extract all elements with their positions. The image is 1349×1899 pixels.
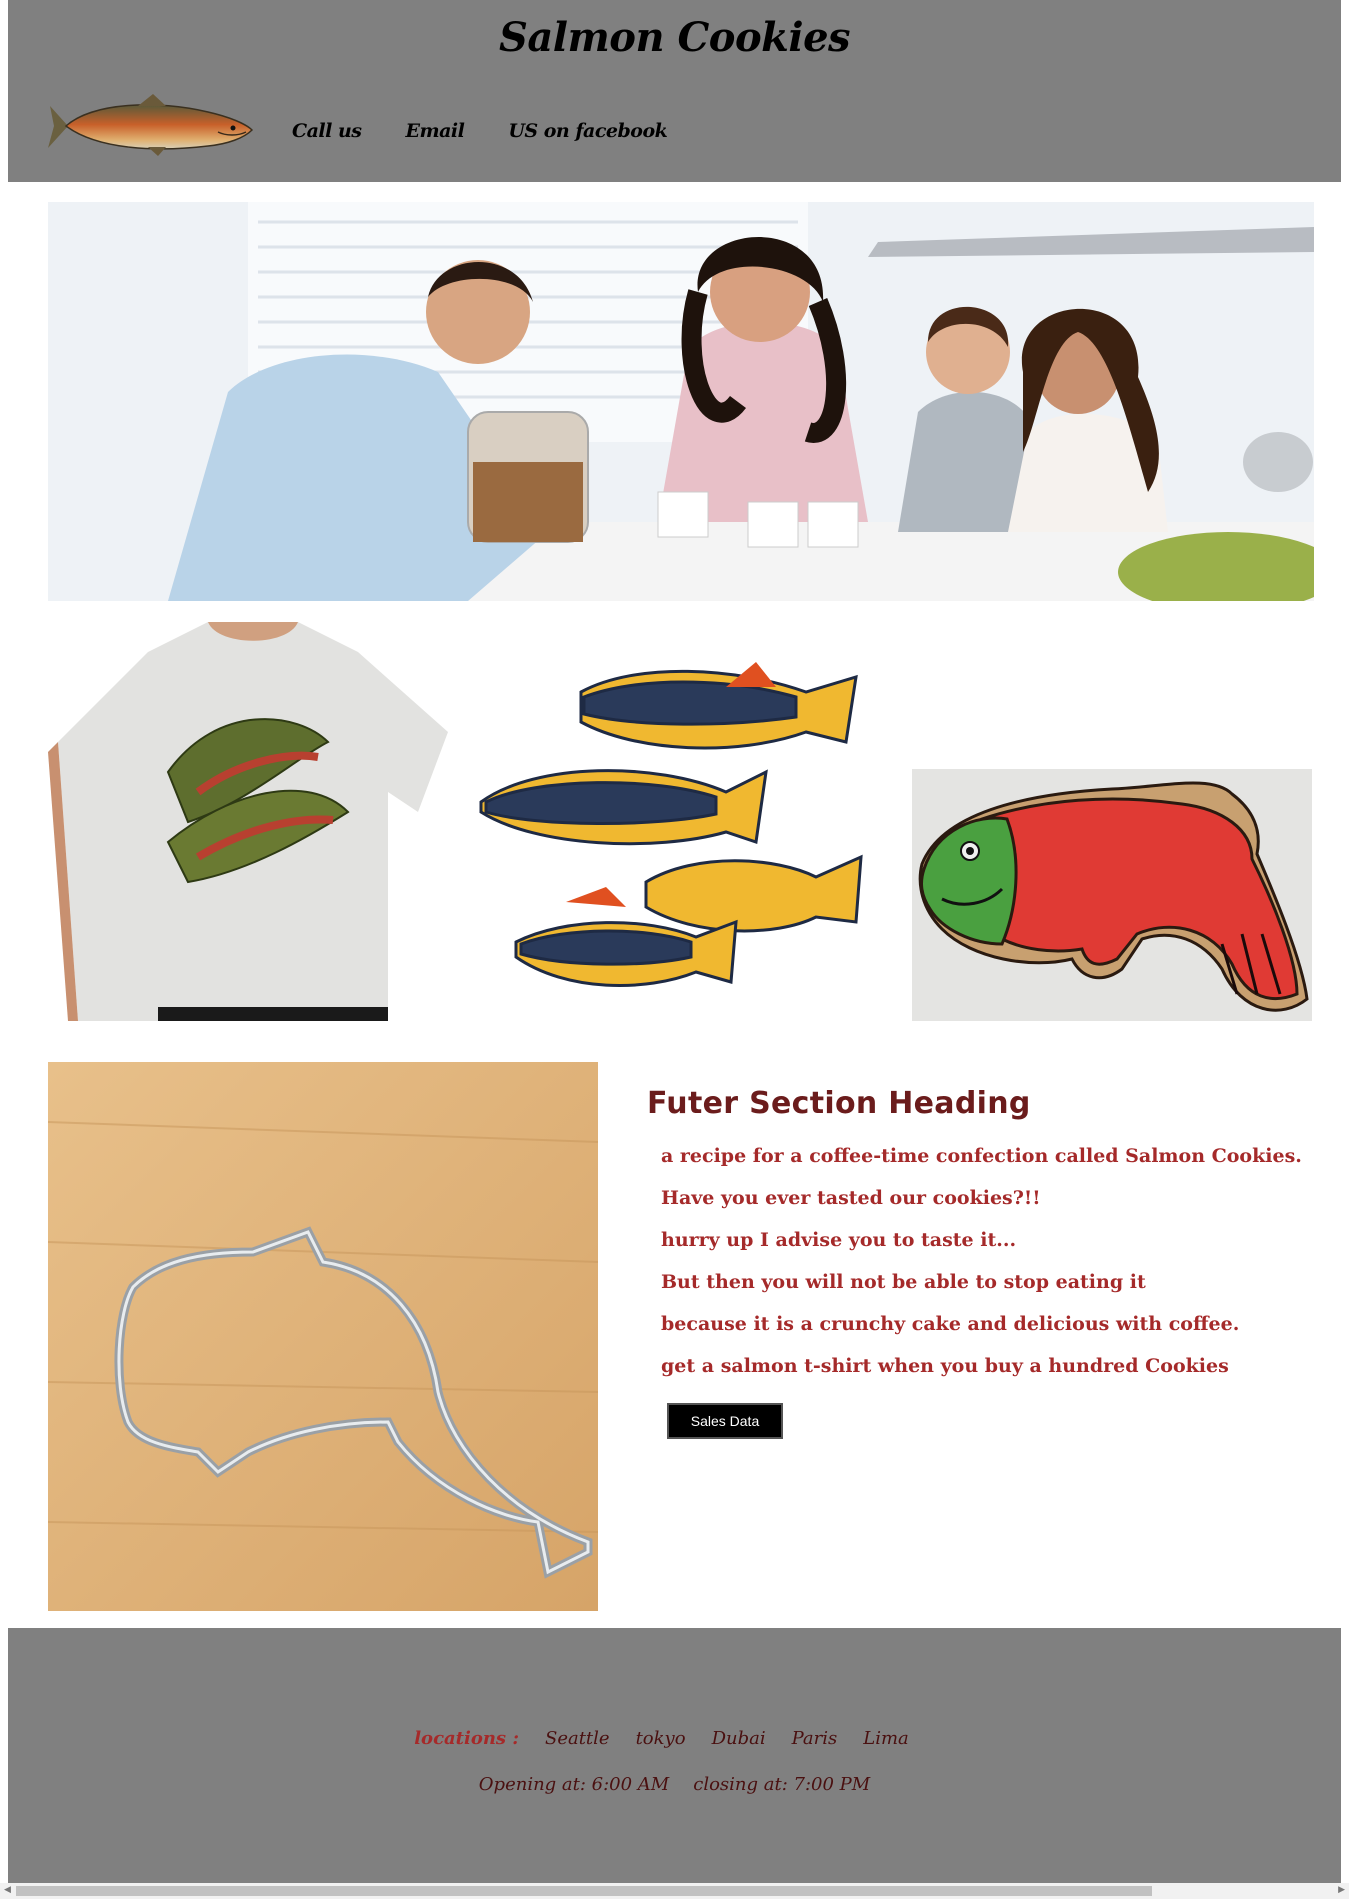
cookie-cutter-image <box>48 1062 598 1611</box>
location-city: tokyo <box>635 1728 686 1749</box>
horizontal-scrollbar[interactable]: ◀ ▶ <box>0 1883 1349 1899</box>
nav-call-us-link[interactable]: Call us <box>292 120 362 142</box>
fish-cookies-image <box>476 652 876 1024</box>
locations-row: locations : Seattle tokyo Dubai Paris Li… <box>8 1728 1341 1749</box>
scrollbar-thumb[interactable] <box>16 1886 1152 1896</box>
section-line: Have you ever tasted our cookies?!! <box>661 1187 1041 1209</box>
site-header: Salmon Cookies Call us Email US on faceb… <box>8 0 1341 182</box>
closing-time: closing at: 7:00 PM <box>693 1774 871 1795</box>
salmon-tshirt-image <box>48 622 454 1021</box>
location-city: Dubai <box>711 1728 766 1749</box>
scroll-right-arrow-icon[interactable]: ▶ <box>1338 1885 1345 1895</box>
section-line: because it is a crunchy cake and delicio… <box>661 1313 1240 1335</box>
section-line: a recipe for a coffee-time confection ca… <box>661 1145 1302 1167</box>
site-footer: locations : Seattle tokyo Dubai Paris Li… <box>8 1628 1341 1883</box>
nav-email-link[interactable]: Email <box>406 120 465 142</box>
sales-data-button[interactable]: Sales Data <box>667 1403 783 1439</box>
opening-time: Opening at: 6:00 AM <box>478 1774 670 1795</box>
nav-facebook-link[interactable]: US on facebook <box>508 120 667 142</box>
section-line: hurry up I advise you to taste it... <box>661 1229 1017 1251</box>
hours-row: Opening at: 6:00 AM closing at: 7:00 PM <box>8 1774 1341 1795</box>
location-city: Seattle <box>544 1728 610 1749</box>
salmon-logo-icon <box>48 92 254 158</box>
location-city: Paris <box>791 1728 838 1749</box>
section-line: get a salmon t-shirt when you buy a hund… <box>661 1355 1229 1377</box>
main-nav: Call us Email US on facebook <box>292 120 711 142</box>
red-salmon-cookie-image <box>912 769 1312 1021</box>
locations-label: locations : <box>414 1728 519 1749</box>
hero-family-image <box>48 202 1314 601</box>
site-title: Salmon Cookies <box>498 14 851 61</box>
location-city: Lima <box>863 1728 909 1749</box>
scroll-left-arrow-icon[interactable]: ◀ <box>4 1885 11 1895</box>
section-line: But then you will not be able to stop ea… <box>661 1271 1146 1293</box>
feature-section: Futer Section Heading a recipe for a cof… <box>647 1086 1327 1387</box>
section-heading: Futer Section Heading <box>647 1086 1031 1121</box>
